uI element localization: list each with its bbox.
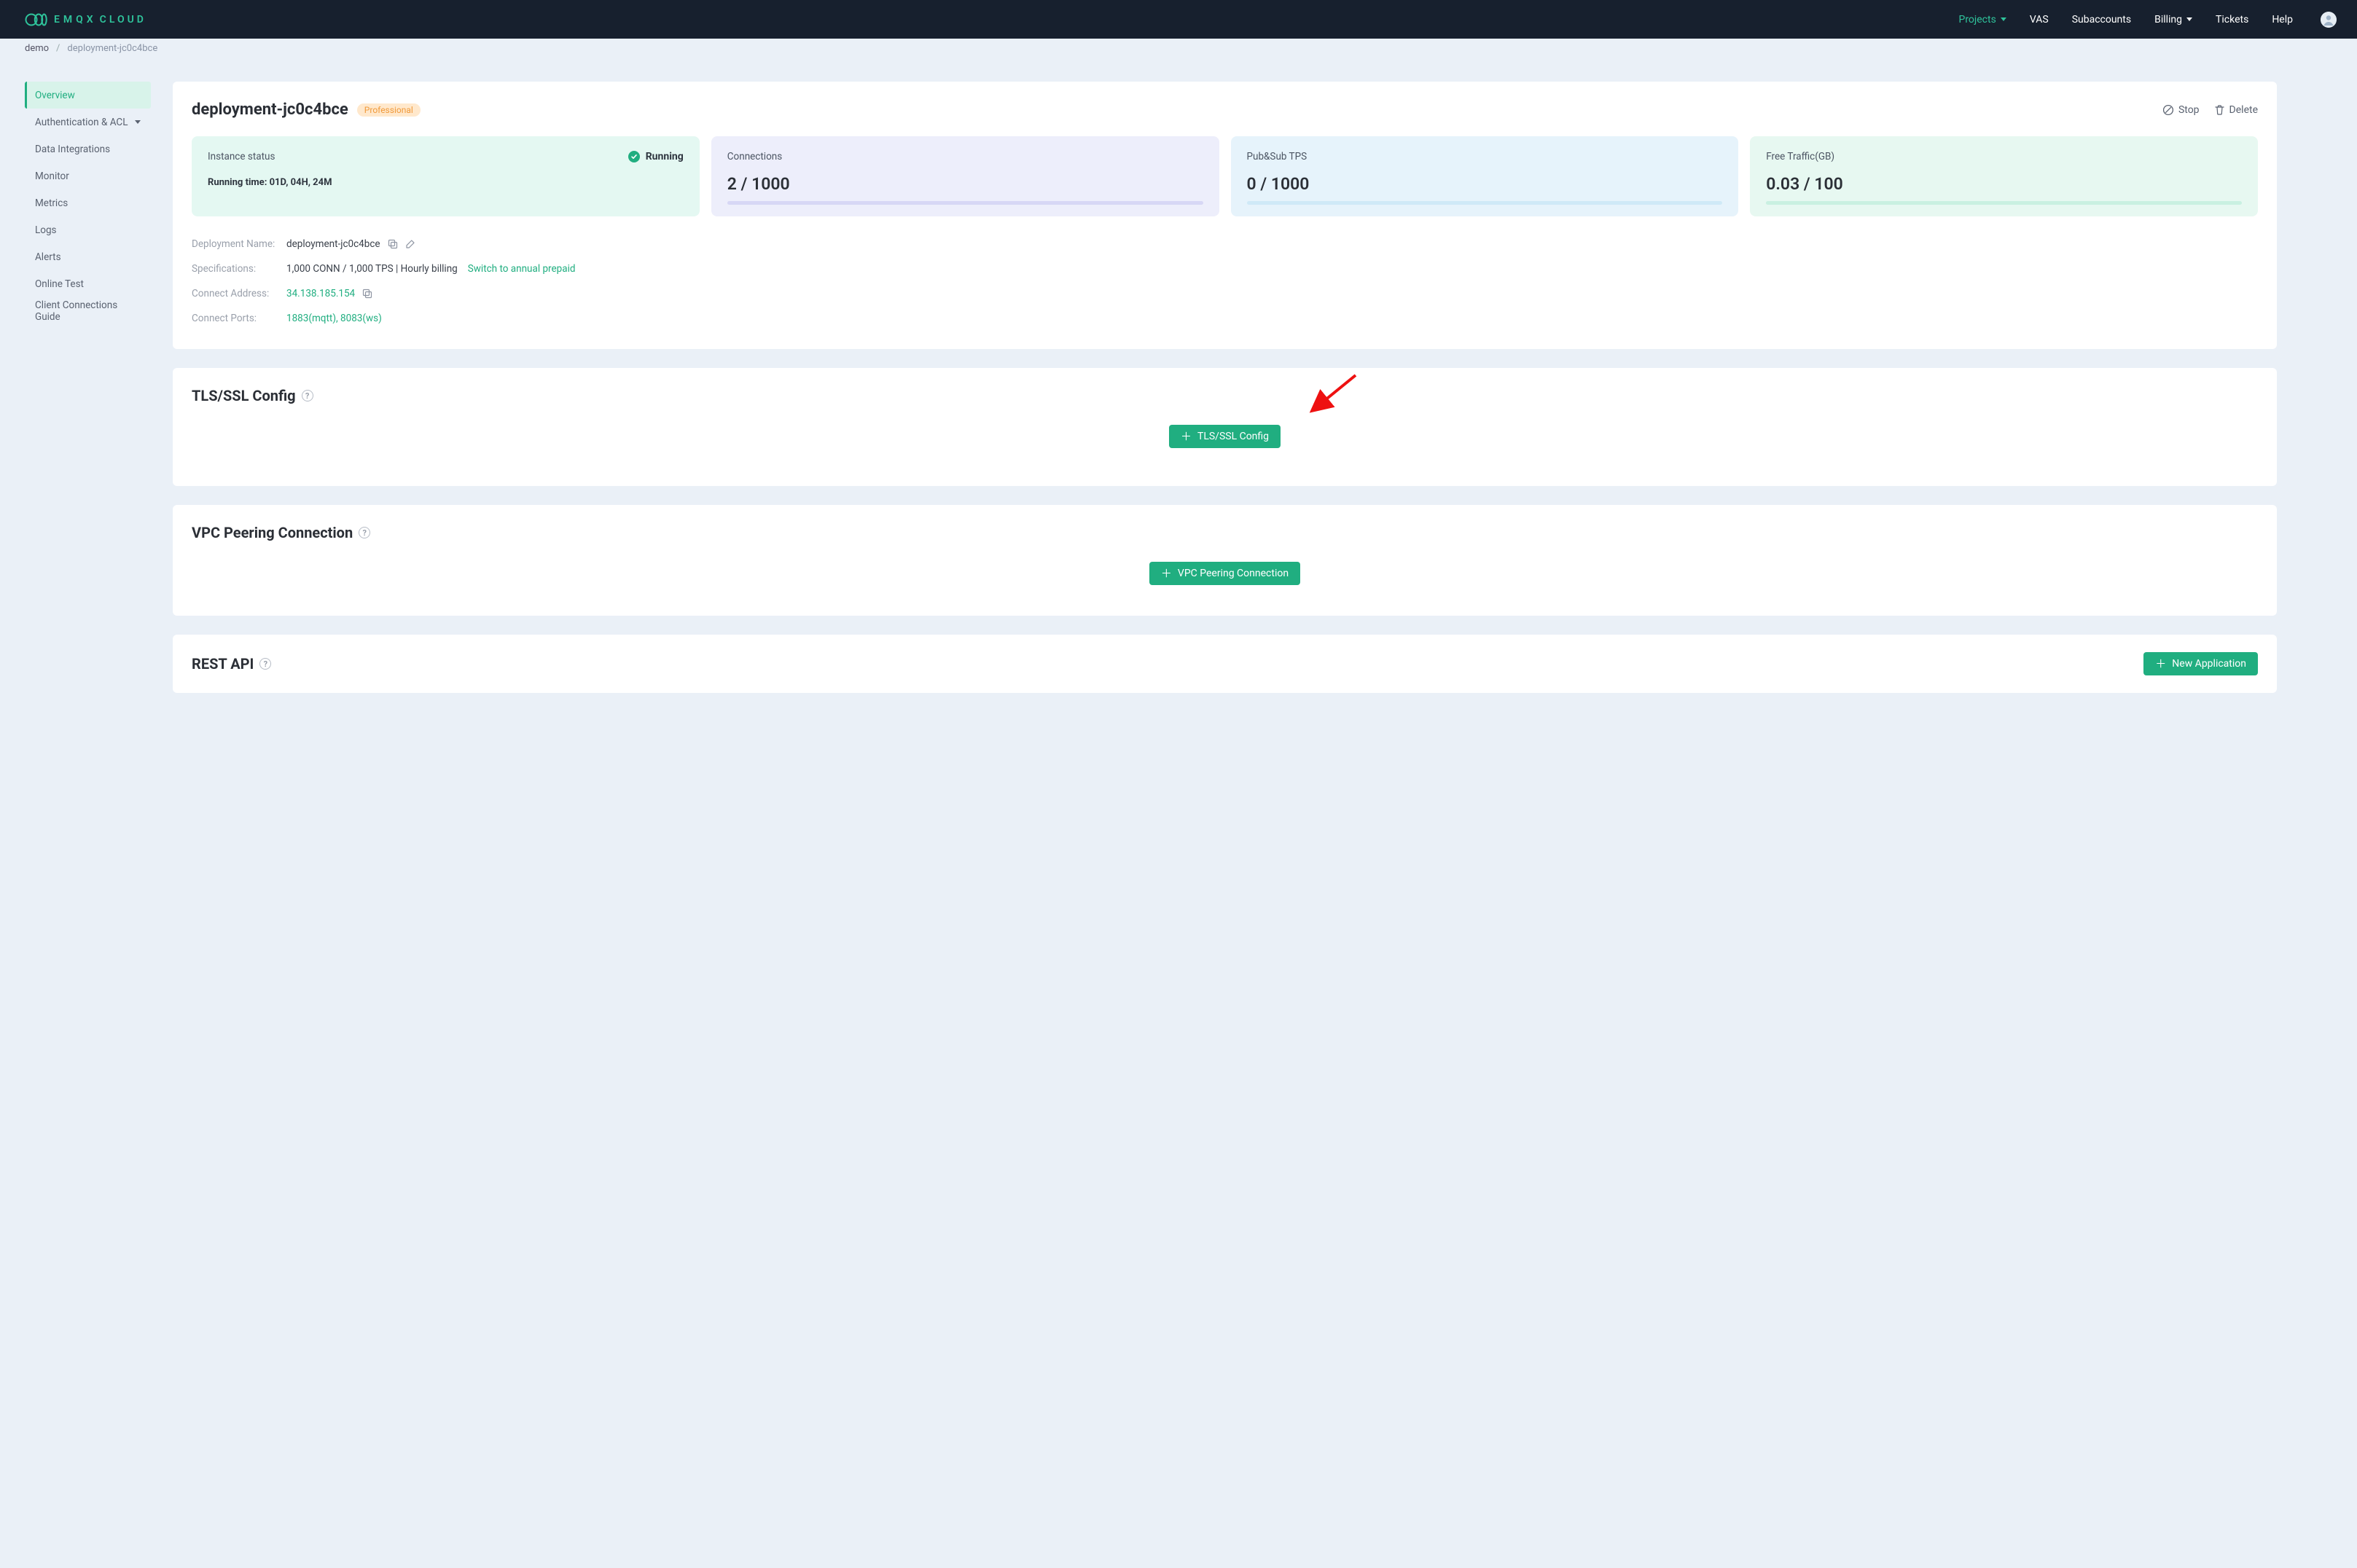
value-connect-address: 34.138.185.154	[286, 288, 355, 299]
chevron-down-icon	[135, 120, 141, 124]
tps-bar	[1247, 201, 1723, 205]
brand-text: EMQXCLOUD	[54, 14, 146, 26]
stop-icon	[2162, 104, 2174, 116]
label-connect-address: Connect Address:	[192, 288, 286, 299]
vpc-peering-button[interactable]: ＋ VPC Peering Connection	[1149, 562, 1300, 585]
sidebar-item-metrics[interactable]: Metrics	[25, 189, 151, 216]
breadcrumb-current: deployment-jc0c4bce	[67, 43, 157, 54]
api-title: REST API	[192, 655, 254, 673]
tps-label: Pub&Sub TPS	[1247, 151, 1723, 162]
help-icon[interactable]: ?	[259, 658, 271, 670]
nav-billing[interactable]: Billing	[2154, 14, 2192, 26]
sidebar-item-overview[interactable]: Overview	[25, 82, 151, 109]
card-traffic: Free Traffic(GB) 0.03 / 100	[1750, 136, 2258, 216]
connections-bar	[727, 201, 1203, 205]
vpc-panel: VPC Peering Connection ? ＋ VPC Peering C…	[173, 505, 2277, 616]
help-icon[interactable]: ?	[359, 527, 370, 538]
connections-label: Connections	[727, 151, 1203, 162]
status-value: Running	[646, 151, 684, 162]
nav-help[interactable]: Help	[2272, 14, 2293, 26]
card-connections: Connections 2 / 1000	[711, 136, 1219, 216]
deployment-title: deployment-jc0c4bce	[192, 101, 348, 119]
value-specifications: 1,000 CONN / 1,000 TPS | Hourly billing	[286, 263, 458, 275]
nav-items: Projects VAS Subaccounts Billing Tickets…	[1958, 12, 2337, 28]
running-time-value: 01D, 04H, 24M	[270, 177, 332, 188]
vpc-title: VPC Peering Connection	[192, 524, 353, 541]
plan-badge: Professional	[357, 103, 421, 117]
sidebar-item-client-guide[interactable]: Client Connections Guide	[25, 297, 151, 324]
label-deployment-name: Deployment Name:	[192, 238, 286, 250]
sidebar: Overview Authentication & ACL Data Integ…	[0, 82, 173, 693]
nav-projects[interactable]: Projects	[1958, 14, 2006, 26]
value-connect-ports: 1883(mqtt), 8083(ws)	[286, 313, 382, 324]
tls-panel: TLS/SSL Config ? ＋ TLS/SSL Config	[173, 368, 2277, 486]
plus-icon: ＋	[1181, 431, 1192, 442]
edit-name-button[interactable]	[405, 239, 415, 249]
nav-tickets[interactable]: Tickets	[2216, 14, 2248, 26]
sidebar-item-logs[interactable]: Logs	[25, 216, 151, 243]
running-time-label: Running time:	[208, 177, 267, 188]
traffic-value: 0.03 / 100	[1766, 174, 2242, 194]
card-tps: Pub&Sub TPS 0 / 1000	[1231, 136, 1739, 216]
stop-button[interactable]: Stop	[2162, 104, 2200, 116]
tls-title: TLS/SSL Config	[192, 387, 296, 404]
brand-logo[interactable]: EMQXCLOUD	[25, 13, 146, 26]
rest-api-panel: REST API ? ＋ New Application	[173, 635, 2277, 693]
copy-name-button[interactable]	[388, 239, 398, 249]
trash-icon	[2214, 104, 2225, 116]
sidebar-item-monitor[interactable]: Monitor	[25, 162, 151, 189]
switch-prepaid-link[interactable]: Switch to annual prepaid	[468, 263, 576, 275]
sidebar-item-online-test[interactable]: Online Test	[25, 270, 151, 297]
avatar[interactable]	[2321, 12, 2337, 28]
new-application-button[interactable]: ＋ New Application	[2143, 652, 2258, 675]
nav-subaccounts[interactable]: Subaccounts	[2072, 14, 2131, 26]
label-connect-ports: Connect Ports:	[192, 313, 286, 324]
breadcrumb-root[interactable]: demo	[25, 43, 49, 54]
traffic-bar	[1766, 201, 2242, 205]
top-nav: EMQXCLOUD Projects VAS Subaccounts Billi…	[0, 0, 2357, 39]
status-label: Instance status	[208, 151, 275, 162]
chevron-down-icon	[2186, 17, 2192, 21]
help-icon[interactable]: ?	[302, 390, 313, 401]
breadcrumb-sep: /	[56, 43, 60, 54]
card-instance-status: Instance status Running Running time: 01…	[192, 136, 700, 216]
traffic-label: Free Traffic(GB)	[1766, 151, 2242, 162]
value-deployment-name: deployment-jc0c4bce	[286, 238, 380, 250]
delete-button[interactable]: Delete	[2214, 104, 2258, 116]
connections-value: 2 / 1000	[727, 174, 1203, 194]
logo-mark-icon	[25, 13, 48, 26]
copy-address-button[interactable]	[362, 289, 372, 299]
tls-config-button[interactable]: ＋ TLS/SSL Config	[1169, 425, 1281, 448]
chevron-down-icon	[2001, 17, 2006, 21]
sidebar-item-auth[interactable]: Authentication & ACL	[25, 109, 151, 136]
sidebar-item-integrations[interactable]: Data Integrations	[25, 136, 151, 162]
plus-icon: ＋	[2155, 659, 2166, 670]
breadcrumb: demo / deployment-jc0c4bce	[0, 39, 2357, 58]
label-specifications: Specifications:	[192, 263, 286, 275]
nav-vas[interactable]: VAS	[2030, 14, 2049, 26]
overview-panel: deployment-jc0c4bce Professional Stop De…	[173, 82, 2277, 349]
tps-value: 0 / 1000	[1247, 174, 1723, 194]
sidebar-item-alerts[interactable]: Alerts	[25, 243, 151, 270]
status-ok-icon	[628, 151, 640, 162]
plus-icon: ＋	[1161, 568, 1172, 579]
